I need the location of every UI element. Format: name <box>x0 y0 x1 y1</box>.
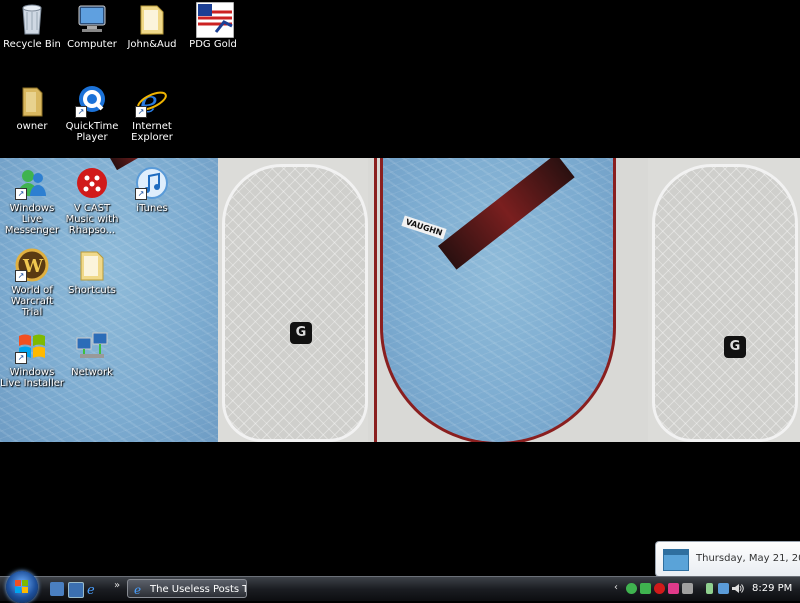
wallpaper-panel-net: G <box>218 158 368 442</box>
windows-live-icon: ↗ <box>15 330 49 364</box>
wallpaper-panel-right: G <box>648 158 800 442</box>
messenger-tray-icon[interactable] <box>626 583 637 594</box>
itunes-icon: ↗ <box>135 166 169 200</box>
desktop-icon-network[interactable]: Network <box>60 330 124 378</box>
desktop-icon-quicktime[interactable]: ↗ QuickTime Player <box>60 84 124 143</box>
gadget-date: Thursday, May 21, 2009 <box>696 553 800 564</box>
vcast-tray-icon[interactable] <box>654 583 665 594</box>
recycle-bin-icon <box>15 2 49 36</box>
warcraft-icon: W ↗ <box>15 248 49 282</box>
desktop-icon-label: owner <box>16 121 48 132</box>
pdg-gold-icon <box>195 1 235 39</box>
taskbar-window-button[interactable]: e The Useless Posts T... <box>127 579 247 598</box>
shortcut-arrow-icon: ↗ <box>15 352 27 364</box>
desktop-icon-shortcuts[interactable]: Shortcuts <box>60 248 124 296</box>
shortcut-arrow-icon: ↗ <box>75 106 87 118</box>
svg-text:e: e <box>87 583 95 596</box>
wallpaper-panel-center: VAUGHN <box>368 158 648 442</box>
desktop-icon-internet-explorer[interactable]: e ↗ Internet Explorer <box>120 84 184 143</box>
desktop-icon-itunes[interactable]: ↗ iTunes <box>120 166 184 214</box>
desktop-icon-label: John&Aud <box>127 39 177 50</box>
desktop-icon-label: iTunes <box>136 203 168 214</box>
skate-icon: G <box>724 336 746 358</box>
battery-icon[interactable] <box>706 583 713 594</box>
network-icon <box>75 330 109 364</box>
desktop-icon-label: Recycle Bin <box>3 39 61 50</box>
desktop-icon-vcast-music[interactable]: V CAST Music with Rhapso... <box>60 166 124 236</box>
computer-icon <box>75 2 109 36</box>
desktop-icon-label: Windows Live Installer <box>0 367 64 389</box>
desktop-icon-john-aud[interactable]: John&Aud <box>120 2 184 50</box>
svg-text:e: e <box>134 583 141 596</box>
calendar-icon <box>663 549 689 571</box>
shortcut-arrow-icon: ↗ <box>135 188 147 200</box>
folder-icon <box>75 248 109 282</box>
device-tray-icon[interactable] <box>682 583 693 594</box>
taskbar-clock[interactable]: 8:29 PM <box>752 583 792 594</box>
quicklaunch-overflow-icon[interactable]: » <box>114 580 120 591</box>
internet-explorer-quicklaunch-icon[interactable]: e <box>86 582 100 598</box>
show-desktop-icon[interactable] <box>50 582 64 596</box>
desktop-icon-label: Network <box>71 367 113 378</box>
desktop-icon-windows-live-installer[interactable]: ↗ Windows Live Installer <box>0 330 64 389</box>
messenger-icon: ↗ <box>15 166 49 200</box>
desktop-icon-label: PDG Gold <box>189 39 237 50</box>
folder-icon <box>135 2 169 36</box>
taskbar-window-title: The Useless Posts T... <box>150 584 247 595</box>
desktop-icon-label: Computer <box>67 39 117 50</box>
skate-icon: G <box>290 322 312 344</box>
volume-icon[interactable] <box>732 583 744 594</box>
desktop-icon-label: V CAST Music with Rhapso... <box>65 203 119 236</box>
start-button[interactable] <box>6 571 38 603</box>
network-tray-icon[interactable] <box>718 583 729 594</box>
desktop-icon-recycle-bin[interactable]: Recycle Bin <box>0 2 64 50</box>
desktop-icon-computer[interactable]: Computer <box>60 2 124 50</box>
desktop-icon-label: World of Warcraft Trial <box>10 285 54 318</box>
shortcut-arrow-icon: ↗ <box>135 106 147 118</box>
vcast-music-icon <box>75 166 109 200</box>
user-tray-icon[interactable] <box>640 583 651 594</box>
taskbar: e » e The Useless Posts T... ‹ 8:29 PM <box>0 571 800 603</box>
user-folder-icon <box>15 84 49 118</box>
desktop-icon-label: Internet Explorer <box>131 121 173 143</box>
media-tray-icon[interactable] <box>668 583 679 594</box>
shortcut-arrow-icon: ↗ <box>15 188 27 200</box>
desktop-icon-pdg-gold[interactable]: PDG Gold <box>181 1 245 50</box>
windows-flag-icon <box>15 580 29 594</box>
desktop-icon-owner[interactable]: owner <box>0 84 64 132</box>
calendar-gadget[interactable]: Thursday, May 21, 2009 <box>655 541 800 577</box>
quicktime-icon: ↗ <box>75 84 109 118</box>
switch-windows-icon[interactable] <box>68 582 84 598</box>
desktop-icon-label: Windows Live Messenger <box>4 203 60 236</box>
internet-explorer-icon: e ↗ <box>135 84 169 120</box>
desktop-icon-messenger[interactable]: ↗ Windows Live Messenger <box>0 166 64 236</box>
tray-expand-icon[interactable]: ‹ <box>614 582 618 593</box>
desktop-icon-warcraft[interactable]: W ↗ World of Warcraft Trial <box>0 248 64 318</box>
desktop-icon-label: QuickTime Player <box>65 121 119 143</box>
internet-explorer-icon: e <box>133 583 146 597</box>
shortcut-arrow-icon: ↗ <box>15 270 27 282</box>
desktop-icon-label: Shortcuts <box>68 285 116 296</box>
